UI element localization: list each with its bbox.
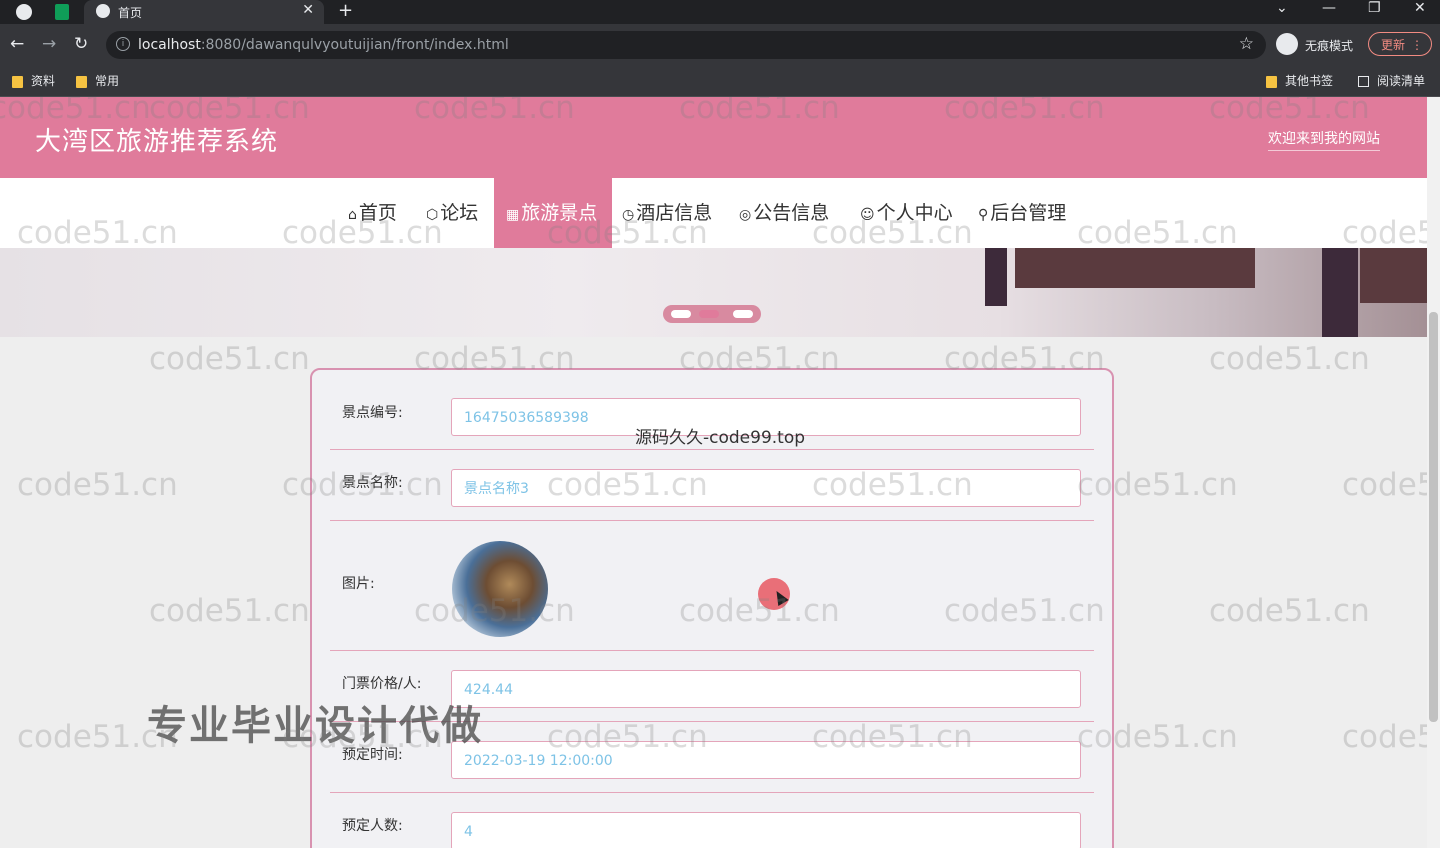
menu-dots-icon[interactable]: ⋮ (1411, 33, 1423, 57)
watermark: code51.cn (149, 593, 310, 629)
back-button[interactable]: ← (10, 34, 24, 54)
nav-admin[interactable]: ⚲ 后台管理 (966, 178, 1078, 248)
close-window-button[interactable]: ✕ (1414, 0, 1426, 16)
form-row-name: 景点名称: 景点名称3 (330, 450, 1094, 521)
nav-notices[interactable]: ◎ 公告信息 (727, 178, 841, 248)
folder-icon (76, 75, 87, 88)
url-text: localhost:8080/dawanqulvyoutuijian/front… (138, 37, 509, 53)
field-label: 景点名称: (342, 475, 403, 491)
bookmark-star-icon[interactable]: ☆ (1239, 34, 1254, 54)
carousel-dot[interactable] (733, 310, 753, 318)
watermark: code51.cn (1209, 341, 1370, 377)
sheets-tab-icon[interactable] (55, 4, 69, 20)
field-label: 图片: (342, 576, 375, 592)
banner-carousel (0, 248, 1427, 337)
nav-attractions[interactable]: ▦ 旅游景点 (494, 178, 612, 248)
page-scrollbar[interactable] (1427, 97, 1440, 848)
nav-hotels[interactable]: ◷ 酒店信息 (610, 178, 724, 248)
home-icon: ⌂ (348, 207, 357, 223)
browser-toolbar: ← → ↻ i localhost:8080/dawanqulvyoutuiji… (0, 24, 1440, 64)
watermark: code51.cn (149, 341, 310, 377)
gift-icon: ▦ (506, 207, 520, 223)
site-title: 大湾区旅游推荐系统 (35, 127, 279, 157)
cube-icon: ⬡ (426, 207, 439, 223)
info-icon[interactable]: i (116, 37, 130, 51)
site-header: 大湾区旅游推荐系统 欢迎来到我的网站 (0, 97, 1427, 178)
watermark: code51.cn (1209, 593, 1370, 629)
incognito-icon (1276, 33, 1298, 55)
main-nav: ⌂ 首页 ⬡ 论坛 ▦ 旅游景点 ◷ 酒店信息 ◎ 公告信息 ☺ 个人中心 ⚲ 后台管理 (0, 178, 1427, 248)
booking-count-field[interactable]: 4 (451, 812, 1081, 848)
watermark: code51.cn (1342, 467, 1440, 503)
update-button[interactable]: 更新 ⋮ (1368, 32, 1432, 56)
watermark: code51.cn (17, 467, 178, 503)
carousel-dot-active[interactable] (699, 310, 719, 318)
minimize-button[interactable]: — (1322, 0, 1336, 16)
field-label: 门票价格/人: (342, 676, 422, 692)
reload-button[interactable]: ↻ (74, 34, 88, 54)
bookmarks-bar: 资料 常用 其他书签 阅读清单 (0, 64, 1440, 97)
clock-icon: ◷ (622, 207, 635, 223)
welcome-text: 欢迎来到我的网站 (1268, 128, 1380, 151)
folder-icon (12, 75, 23, 88)
ticket-price-field[interactable]: 424.44 (451, 670, 1081, 708)
globe-icon[interactable] (16, 4, 32, 20)
promo-watermark-text: 专业毕业设计代做 (147, 703, 483, 749)
other-bookmarks[interactable]: 其他书签 (1266, 72, 1333, 89)
carousel-dot[interactable] (671, 310, 691, 318)
banner-building (1015, 248, 1255, 288)
nav-forum[interactable]: ⬡ 论坛 (414, 178, 490, 248)
attraction-image (452, 541, 548, 637)
globe-icon: ◎ (739, 207, 752, 223)
banner-building (1360, 248, 1427, 303)
banner-pillar (1322, 248, 1358, 337)
address-bar[interactable]: i localhost:8080/dawanqulvyoutuijian/fro… (106, 31, 1266, 59)
bookmark-folder[interactable]: 资料 (12, 72, 55, 89)
browser-tab-active[interactable]: 首页 ✕ (84, 0, 324, 24)
reading-list-icon (1358, 76, 1369, 87)
carousel-indicators (663, 305, 761, 323)
field-label: 景点编号: (342, 405, 403, 421)
browser-tab-strip: 首页 ✕ + ⌄ — ❐ ✕ (0, 0, 1440, 24)
field-label: 预定人数: (342, 818, 403, 834)
attraction-name-field[interactable]: 景点名称3 (451, 469, 1081, 507)
bookmark-folder[interactable]: 常用 (76, 72, 119, 89)
banner-pillar (985, 248, 1007, 306)
link-icon: ⚲ (978, 207, 989, 223)
overlay-watermark-text: 源码久久-code99.top (635, 428, 806, 448)
form-row-count: 预定人数: 4 (330, 793, 1094, 848)
booking-time-field[interactable]: 2022-03-19 12:00:00 (451, 741, 1081, 779)
restore-button[interactable]: ❐ (1368, 0, 1381, 16)
tab-title: 首页 (118, 6, 143, 20)
tab-search-icon[interactable]: ⌄ (1276, 0, 1288, 16)
form-row-image: 图片: (330, 521, 1094, 651)
globe-icon (96, 4, 110, 18)
folder-icon (1266, 75, 1277, 88)
scrollbar-thumb[interactable] (1429, 312, 1438, 722)
close-tab-icon[interactable]: ✕ (302, 2, 314, 18)
page-viewport: 大湾区旅游推荐系统 欢迎来到我的网站 ⌂ 首页 ⬡ 论坛 ▦ 旅游景点 ◷ 酒店信息 ◎… (0, 97, 1440, 848)
user-icon: ☺ (860, 207, 875, 223)
watermark: code51.cn (1342, 719, 1440, 755)
forward-button[interactable]: → (42, 34, 56, 54)
new-tab-button[interactable]: + (338, 0, 353, 21)
incognito-label: 无痕模式 (1305, 39, 1354, 53)
reading-list[interactable]: 阅读清单 (1358, 72, 1425, 89)
nav-home[interactable]: ⌂ 首页 (336, 178, 409, 248)
nav-profile[interactable]: ☺ 个人中心 (848, 178, 965, 248)
